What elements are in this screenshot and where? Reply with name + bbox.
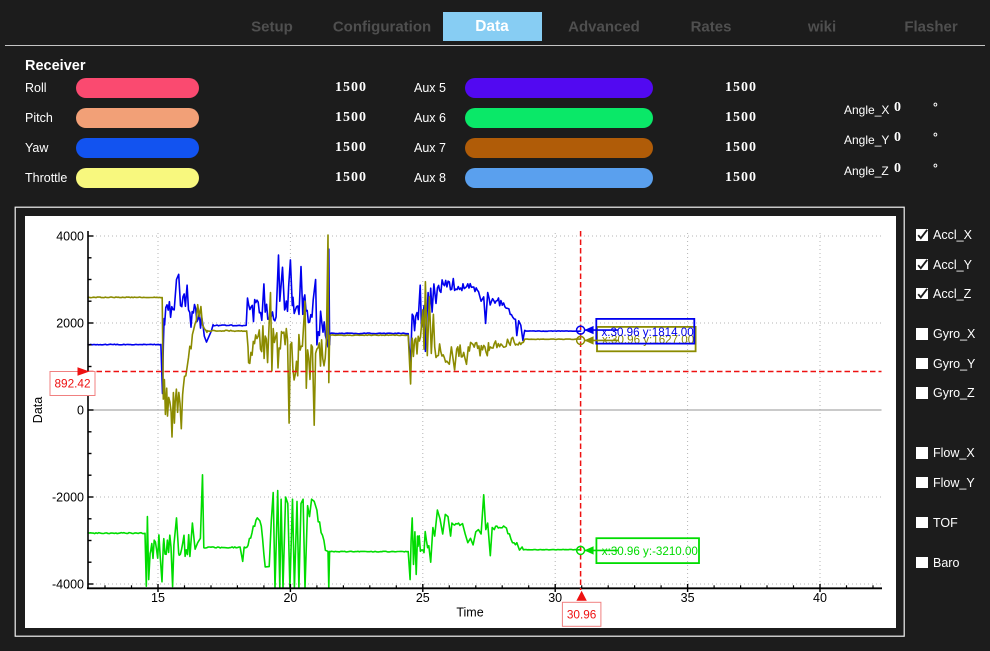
svg-text:Time: Time — [456, 606, 483, 620]
svg-text:0: 0 — [77, 404, 84, 418]
svg-text:x:30.96 y:1814.00: x:30.96 y:1814.00 — [602, 326, 694, 339]
svg-text:25: 25 — [416, 591, 430, 605]
svg-text:4000: 4000 — [56, 230, 84, 244]
svg-text:30.96: 30.96 — [567, 608, 597, 622]
svg-text:35: 35 — [681, 591, 695, 605]
svg-text:Data: Data — [31, 397, 45, 423]
svg-text:20: 20 — [283, 591, 297, 605]
svg-text:892.42: 892.42 — [54, 377, 90, 391]
svg-text:-2000: -2000 — [52, 491, 84, 505]
svg-text:15: 15 — [151, 591, 165, 605]
svg-text:2000: 2000 — [56, 317, 84, 331]
svg-text:-4000: -4000 — [52, 578, 84, 592]
svg-text:30: 30 — [548, 591, 562, 605]
svg-text:x:30.96 y:-3210.00: x:30.96 y:-3210.00 — [602, 545, 698, 558]
svg-text:40: 40 — [813, 591, 827, 605]
